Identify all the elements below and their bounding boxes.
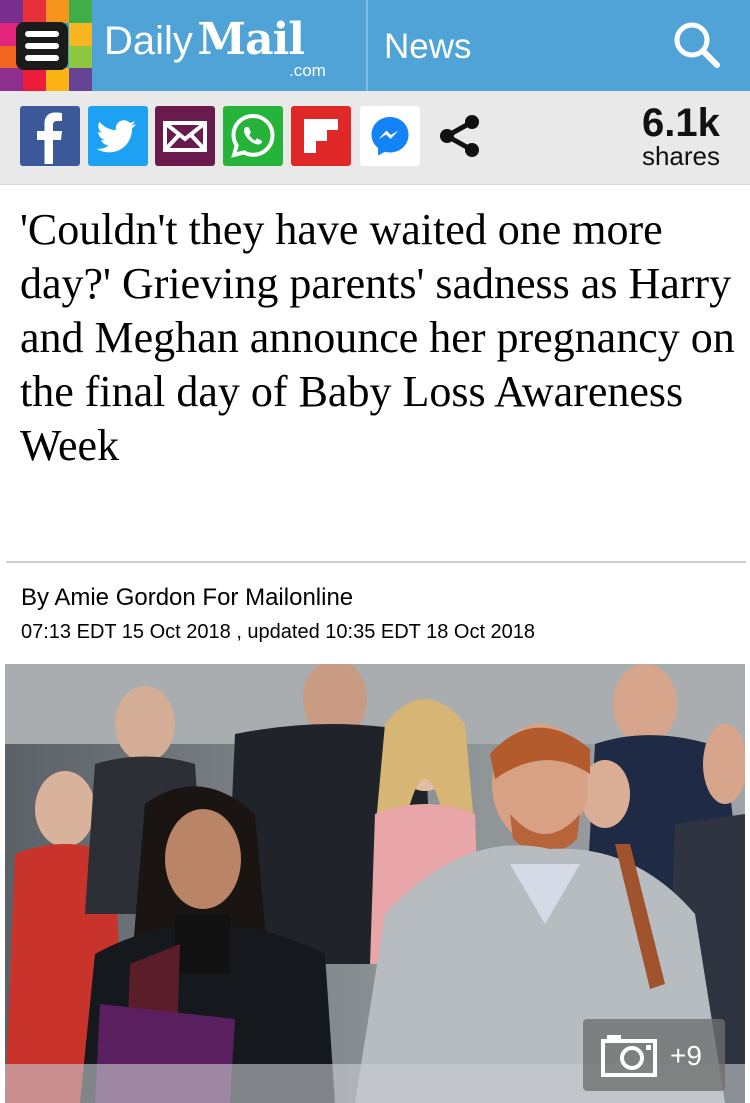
logo-color-tile (46, 0, 69, 23)
article-dates: 07:13 EDT 15 Oct 2018 , updated 10:35 ED… (21, 621, 536, 643)
messenger-icon (371, 117, 409, 156)
share-more-button[interactable] (430, 106, 490, 166)
logo-color-tile (23, 0, 46, 23)
header-divider (366, 0, 368, 91)
share-icon (440, 115, 479, 157)
share-count: 6.1k shares (642, 103, 720, 169)
flipboard-share-button[interactable] (291, 106, 351, 166)
logo-color-tile (69, 22, 92, 46)
messenger-share-button[interactable] (360, 106, 420, 166)
flipboard-icon (304, 119, 338, 153)
share-bar: 6.1k shares (0, 91, 750, 185)
logo-color-tile (69, 45, 92, 69)
email-icon (163, 121, 207, 152)
whatsapp-share-button[interactable] (223, 106, 283, 166)
logo-color-tile (46, 68, 69, 91)
search-icon[interactable] (672, 20, 722, 70)
share-count-label: shares (641, 141, 720, 171)
gallery-count: +9 (670, 1040, 702, 1071)
facebook-share-button[interactable] (20, 106, 80, 166)
share-count-number: 6.1k (642, 101, 720, 145)
menu-icon[interactable] (16, 22, 68, 70)
facebook-icon (37, 112, 62, 164)
logo-color-tile (23, 68, 46, 91)
logo-color-tile (0, 68, 23, 91)
brand-domain: .com (289, 61, 326, 80)
whatsapp-icon (231, 113, 275, 158)
article-byline[interactable]: By Amie Gordon For Mailonline (21, 584, 353, 612)
logo-color-tile (69, 0, 92, 23)
brand-mail: Mail (197, 14, 305, 65)
camera-icon (601, 1035, 657, 1077)
headline-divider (6, 561, 746, 563)
daily-mail-logo[interactable]: Daily Mail .com (104, 14, 326, 80)
twitter-share-button[interactable] (88, 106, 148, 166)
logo-color-tile (69, 68, 92, 91)
twitter-icon (96, 120, 136, 153)
article-headline: 'Couldn't they have waited one more day?… (20, 205, 735, 470)
email-share-button[interactable] (155, 106, 215, 166)
site-header: Daily Mail .com News (0, 0, 750, 91)
section-title[interactable]: News (384, 27, 472, 67)
photo-gallery-button[interactable]: +9 (583, 1019, 725, 1091)
logo-color-tile (0, 0, 23, 23)
brand-daily: Daily (104, 19, 193, 63)
